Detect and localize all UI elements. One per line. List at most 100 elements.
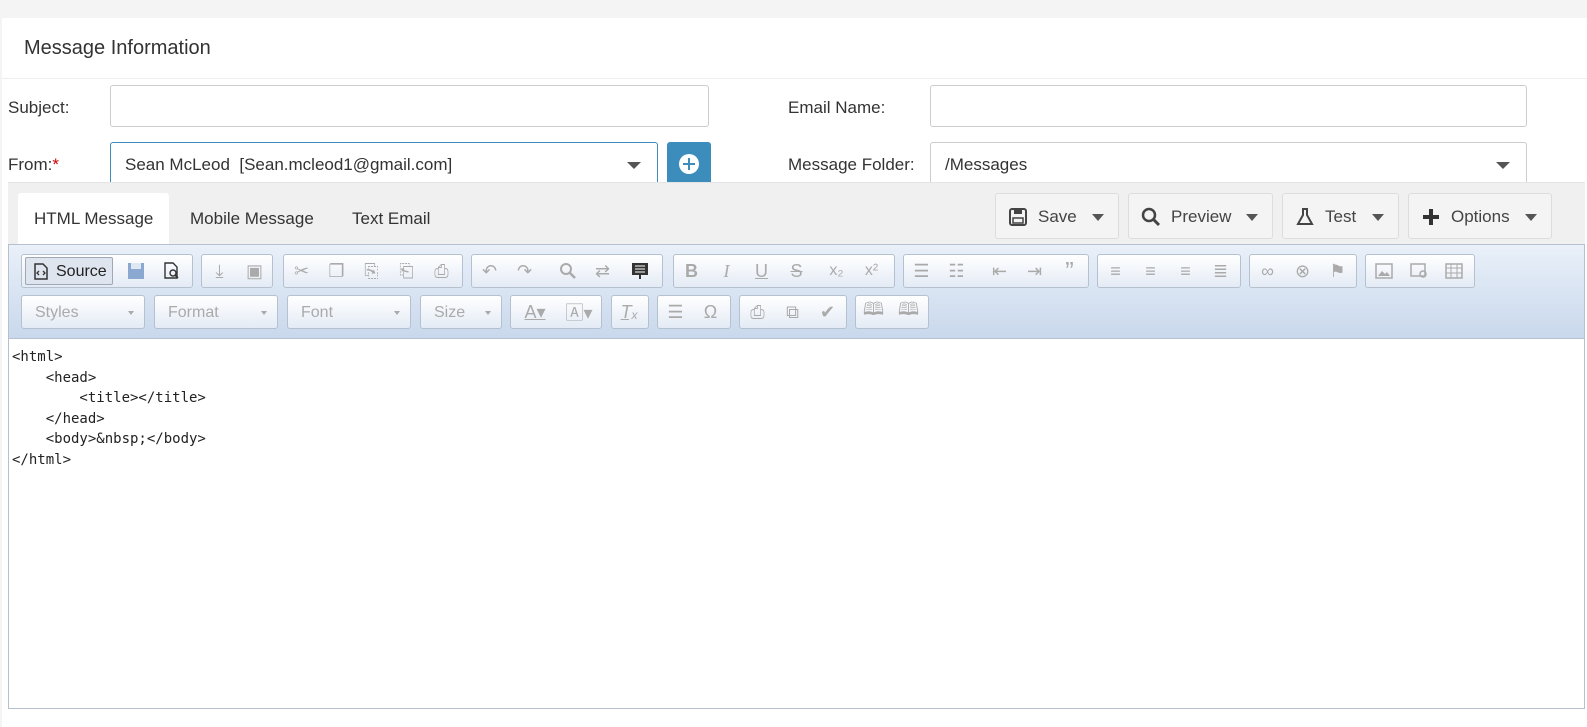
email-name-input[interactable] (930, 85, 1527, 127)
toolbar-group-books: 🕮 🕮 (855, 295, 929, 329)
source-label: Source (56, 263, 107, 280)
source-button[interactable]: Source (25, 257, 113, 285)
source-code-area[interactable]: <html> <head> <title></title> </head> <b… (12, 347, 206, 470)
blockquote-icon[interactable]: ” (1052, 255, 1087, 287)
preview-icon[interactable] (154, 255, 189, 287)
size-combo[interactable]: Size (420, 295, 502, 329)
email-name-label: Email Name: (788, 98, 886, 117)
toolbar-group-clear: Tₓ (611, 295, 649, 329)
cut-icon[interactable]: ✂ (284, 255, 319, 287)
form-icon[interactable]: ▣ (237, 255, 272, 287)
numbered-list-icon[interactable]: ☰ (904, 255, 939, 287)
book-icon[interactable]: 🕮 (891, 296, 926, 328)
toolbar-group-align: ≡ ≡ ≡ ≣ (1097, 254, 1241, 288)
align-right-icon[interactable]: ≡ (1168, 255, 1203, 287)
subject-label: Subject: (8, 98, 70, 117)
toolbar-group-templates: ⤓ ▣ (201, 254, 273, 288)
remove-format-icon[interactable]: Tₓ (612, 296, 647, 328)
chevron-down-icon (394, 311, 400, 315)
spellcheck-icon[interactable]: ✔ (810, 296, 845, 328)
from-select[interactable]: Sean McLeod [Sean.mcleod1@gmail.com] (110, 142, 658, 186)
select-all-icon[interactable] (622, 255, 657, 287)
add-book-icon[interactable]: 🕮 (856, 296, 891, 328)
tab-html-message[interactable]: HTML Message (18, 193, 170, 245)
options-button[interactable]: Options (1408, 193, 1552, 239)
save-button[interactable]: Save (995, 193, 1119, 239)
tab-text-email[interactable]: Text Email (336, 193, 446, 245)
toolbar-group-special: ☰ Ω (657, 295, 731, 329)
toolbar-group-basic-styles: B I U S x₂ x² (673, 254, 895, 288)
plus-icon (1423, 209, 1439, 225)
bulleted-list-icon[interactable]: ☷ (939, 255, 974, 287)
options-label: Options (1451, 207, 1510, 226)
message-folder-value: /Messages (945, 155, 1028, 174)
paste-word-icon[interactable]: ⎙ (424, 255, 459, 287)
chevron-down-icon (1372, 214, 1384, 221)
strikethrough-icon[interactable]: S (779, 255, 814, 287)
required-mark: * (52, 155, 60, 174)
copy-icon[interactable]: ❐ (319, 255, 354, 287)
unlink-icon[interactable]: ⊗ (1285, 255, 1320, 287)
size-label: Size (434, 304, 466, 321)
add-sender-button[interactable] (667, 142, 711, 186)
bold-icon[interactable]: B (674, 255, 709, 287)
from-label: From:* (8, 155, 59, 175)
replace-icon[interactable]: ⇄ (585, 255, 620, 287)
font-label: Font (301, 304, 334, 321)
panel-title: Message Information (24, 37, 211, 59)
styles-combo[interactable]: Styles (21, 295, 145, 329)
paste-icon[interactable]: ⎘ (354, 255, 389, 287)
superscript-icon[interactable]: x² (854, 255, 889, 287)
toolbar-group-colors: A▾ 🄰▾ (510, 295, 602, 329)
test-label: Test (1325, 207, 1357, 226)
font-combo[interactable]: Font (287, 295, 411, 329)
image-search-icon[interactable] (1401, 255, 1436, 287)
chevron-down-icon (1525, 214, 1537, 221)
flask-icon (1296, 208, 1314, 225)
tab-mobile-message[interactable]: Mobile Message (174, 193, 330, 245)
from-label-text: From: (8, 155, 53, 174)
chevron-down-icon (1092, 214, 1104, 221)
subject-input[interactable] (110, 85, 709, 127)
table-icon[interactable] (1436, 255, 1471, 287)
toolbar-group-links: ∞ ⊗ ⚑ (1249, 254, 1357, 288)
message-folder-select[interactable]: /Messages (930, 142, 1527, 186)
find-icon[interactable] (550, 255, 585, 287)
preview-button[interactable]: Preview (1128, 193, 1273, 239)
test-button[interactable]: Test (1282, 193, 1399, 239)
toolbar-group-clipboard: ✂ ❐ ⎘ ⎗ ⎙ (283, 254, 463, 288)
toolbar-group-edit: ↶ ↷ ⇄ (471, 254, 663, 288)
background-color-icon[interactable]: 🄰▾ (557, 296, 601, 328)
underline-icon[interactable]: U (744, 255, 779, 287)
toolbar-group-document: Source (21, 254, 193, 288)
text-color-icon[interactable]: A▾ (513, 296, 557, 328)
toolbar-group-tools: ⎙ ⧉ ✔ (739, 295, 847, 329)
outdent-icon[interactable]: ⇤ (982, 255, 1017, 287)
format-combo[interactable]: Format (154, 295, 278, 329)
message-folder-label: Message Folder: (788, 155, 915, 174)
undo-icon[interactable]: ↶ (472, 255, 507, 287)
image-overlay-icon[interactable]: ⧉ (775, 296, 810, 328)
page-icon[interactable]: ⎙ (740, 296, 775, 328)
subscript-icon[interactable]: x₂ (819, 255, 854, 287)
chevron-down-icon (1246, 214, 1258, 221)
chevron-down-icon (128, 311, 134, 315)
align-center-icon[interactable]: ≡ (1133, 255, 1168, 287)
source-icon (34, 263, 48, 280)
image-icon[interactable] (1366, 255, 1401, 287)
italic-icon[interactable]: I (709, 255, 744, 287)
special-char-omega-icon[interactable]: Ω (693, 296, 728, 328)
save-icon[interactable] (118, 255, 153, 287)
search-icon (1141, 207, 1161, 227)
insert-template-icon[interactable]: ⤓ (202, 255, 237, 287)
chevron-down-icon (485, 311, 491, 315)
align-justify-icon[interactable]: ≣ (1203, 255, 1238, 287)
save-label: Save (1038, 207, 1077, 226)
anchor-flag-icon[interactable]: ⚑ (1320, 255, 1355, 287)
link-icon[interactable]: ∞ (1250, 255, 1285, 287)
paste-text-icon[interactable]: ⎗ (389, 255, 424, 287)
align-left-icon[interactable]: ≡ (1098, 255, 1133, 287)
redo-icon[interactable]: ↷ (507, 255, 542, 287)
indent-icon[interactable]: ⇥ (1017, 255, 1052, 287)
horizontal-line-icon[interactable]: ☰ (658, 296, 693, 328)
